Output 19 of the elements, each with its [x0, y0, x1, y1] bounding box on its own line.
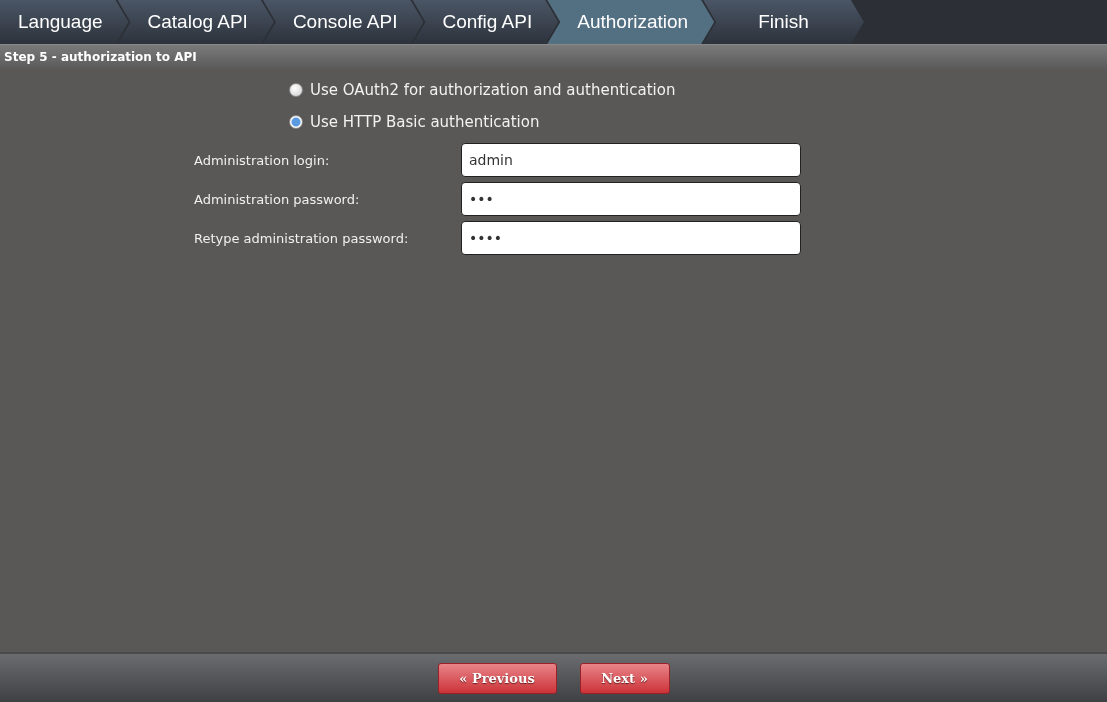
wizard-step-tab[interactable]: Catalog API	[117, 0, 274, 44]
wizard-step-tab[interactable]: Language	[0, 0, 129, 44]
wizard-step-tab[interactable]: Finish	[703, 0, 864, 44]
next-button[interactable]: Next »	[579, 662, 670, 694]
radio-label: Use HTTP Basic authentication	[310, 113, 540, 131]
radio-button[interactable]	[289, 115, 303, 129]
input-field[interactable]: admin	[461, 143, 801, 177]
input-field[interactable]: ••••	[461, 221, 801, 255]
radio-label: Use OAuth2 for authorization and authentication	[310, 81, 676, 99]
wizard-step-tab[interactable]: Authorization	[547, 0, 715, 44]
previous-button[interactable]: « Previous	[437, 662, 557, 694]
field-label: Administration password:	[194, 191, 361, 207]
section-title: Step 5 - authorization to API	[0, 44, 1107, 69]
wizard-step-tab[interactable]: Config API	[412, 0, 559, 44]
field-label: Retype administration password:	[194, 230, 410, 246]
wizard-step-tab[interactable]: Console API	[262, 0, 424, 44]
field-label: Administration login:	[194, 152, 331, 168]
radio-button[interactable]	[289, 83, 303, 97]
input-field[interactable]: •••	[461, 182, 801, 216]
